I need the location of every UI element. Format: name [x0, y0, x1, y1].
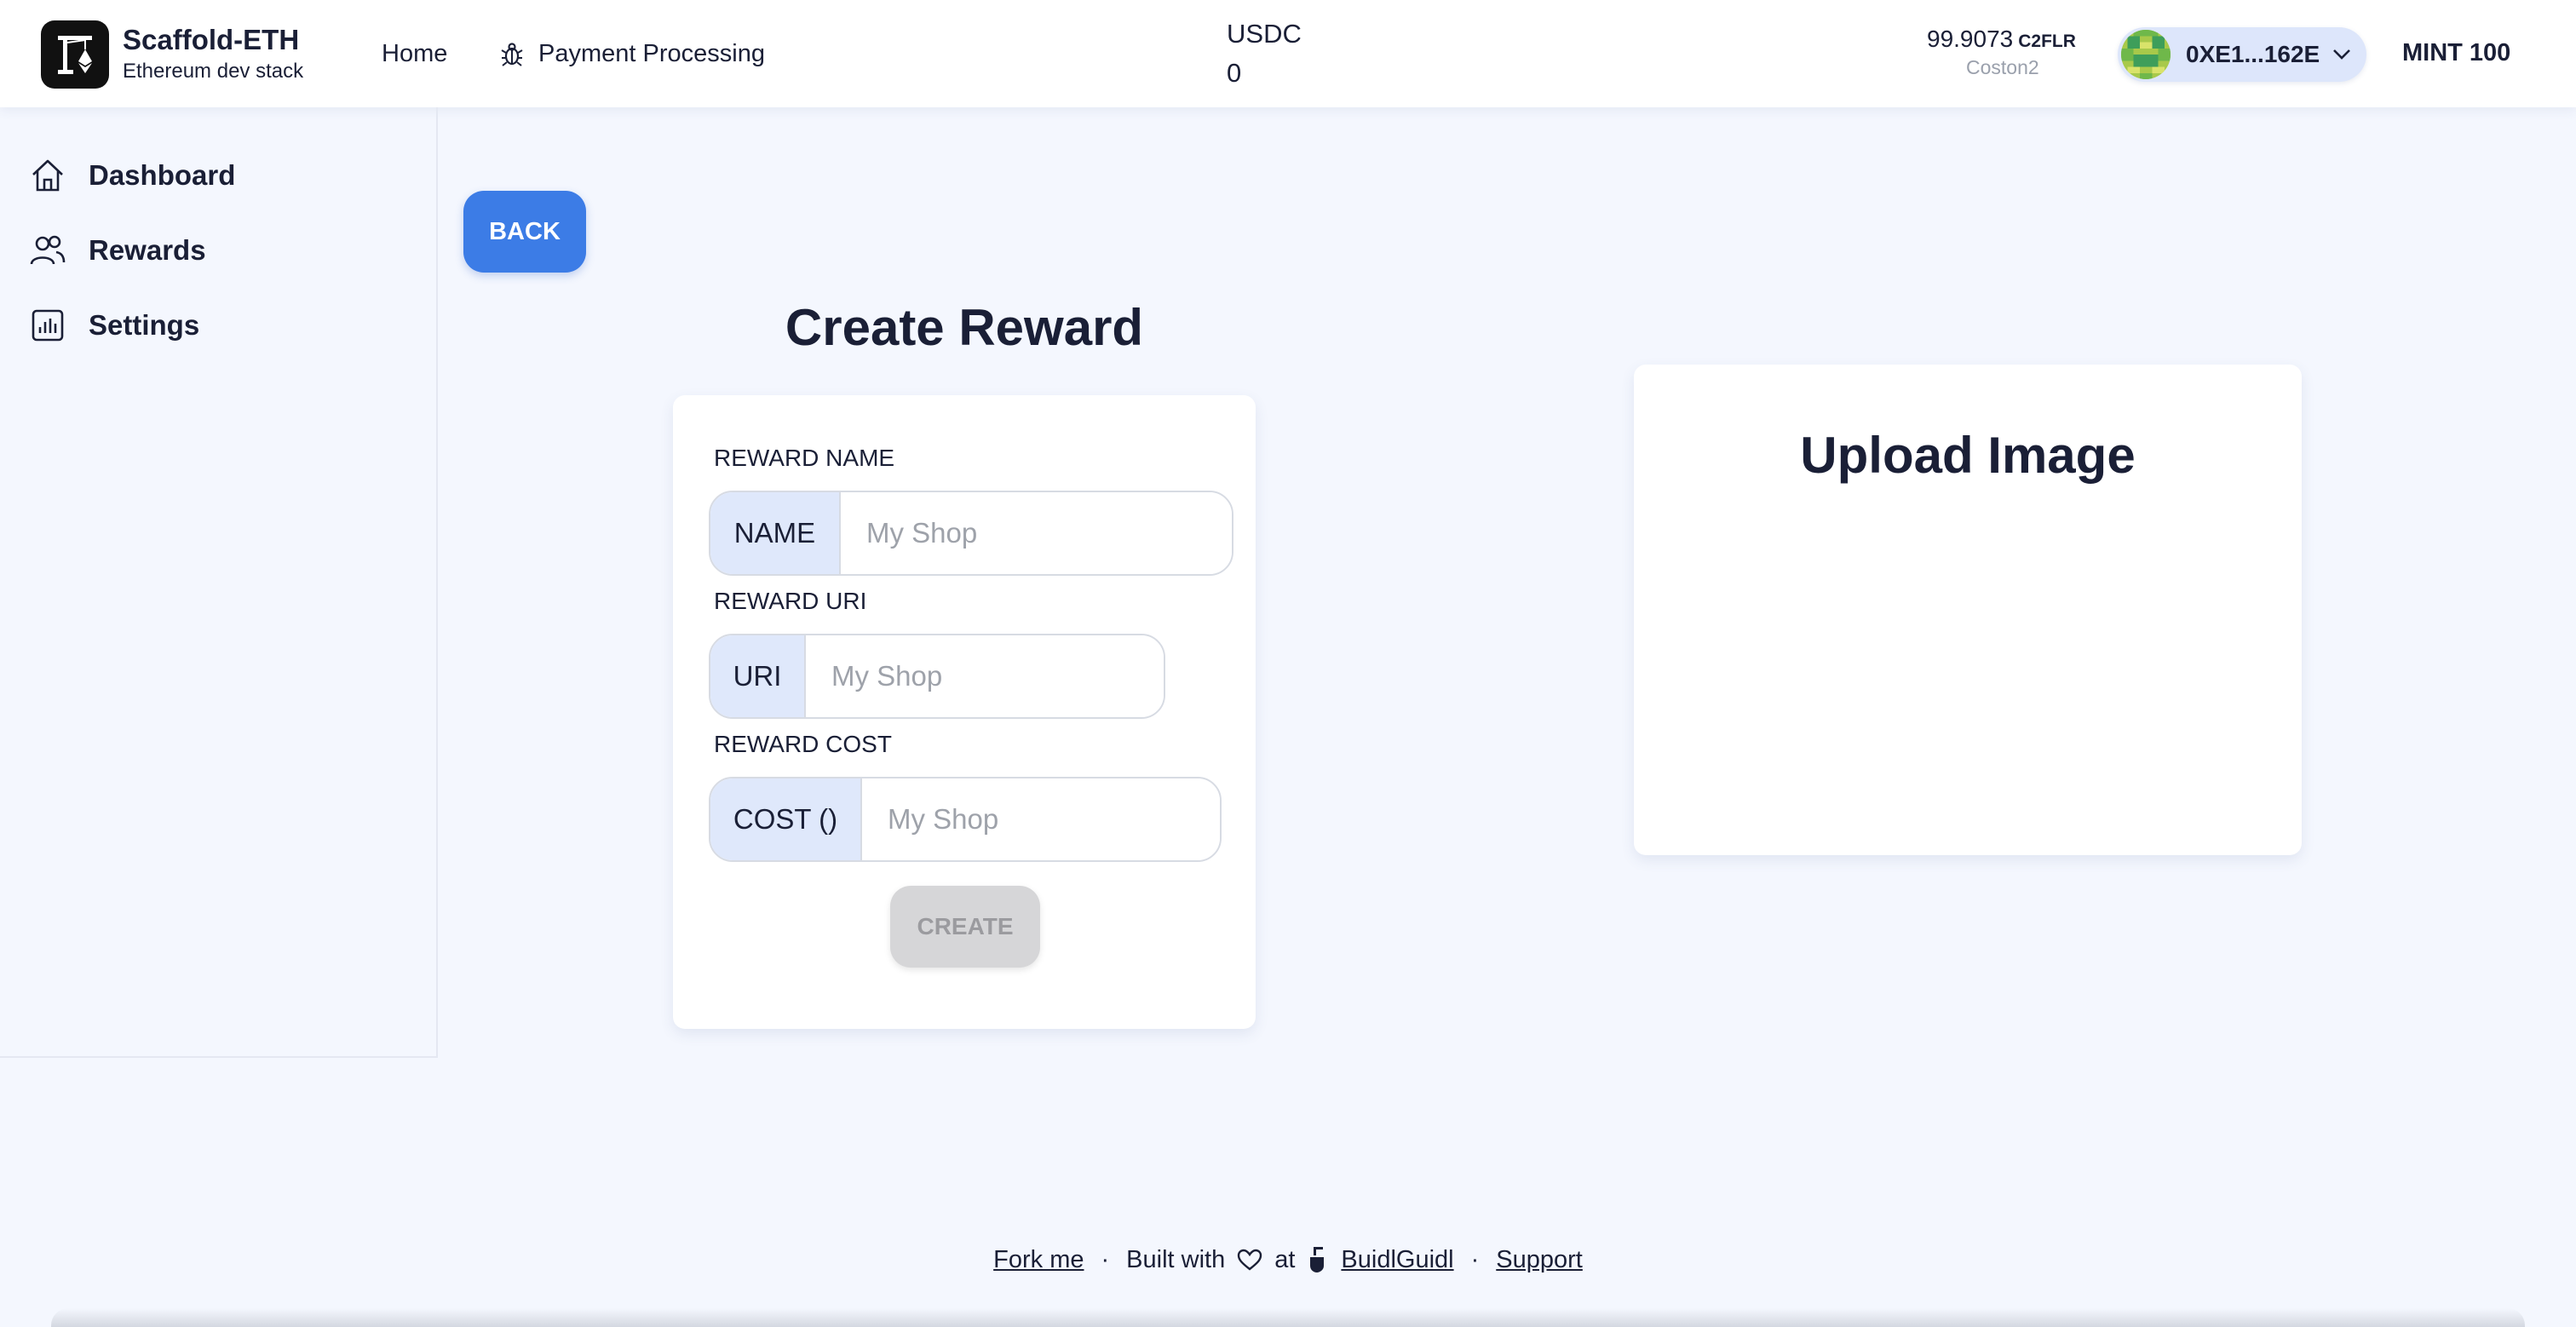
reward-name-input[interactable] — [840, 492, 1232, 574]
bug-icon — [501, 42, 523, 66]
buidlguidl-link[interactable]: BuidlGuidl — [1341, 1246, 1453, 1274]
footer-separator: · — [1470, 1245, 1480, 1273]
name-addon: NAME — [710, 492, 841, 574]
sidebar-item-label: Rewards — [89, 234, 206, 266]
uri-addon: URI — [710, 635, 806, 717]
brand-title: Scaffold-ETH — [123, 24, 300, 55]
users-icon — [30, 235, 66, 265]
bar-chart-icon — [32, 309, 64, 342]
sidebar-item-settings[interactable]: Settings — [29, 307, 199, 344]
sidebar-item-label: Settings — [89, 309, 200, 341]
upload-image-card[interactable]: Upload Image — [1634, 365, 2302, 855]
nav-payment-processing-label: Payment Processing — [538, 40, 765, 67]
heart-icon — [1238, 1249, 1262, 1271]
back-button[interactable]: BACK — [463, 191, 586, 273]
home-icon — [32, 159, 63, 192]
balance-symbol: C2FLR — [2018, 32, 2076, 51]
account-dropdown-button[interactable]: 0XE1...162E — [2118, 27, 2366, 82]
reward-cost-input-group: COST () — [709, 777, 1222, 862]
sidebar: Dashboard Rewards Settings — [0, 107, 438, 1058]
mint-button[interactable]: MINT 100 — [2402, 39, 2510, 67]
reward-name-input-group: NAME — [709, 491, 1233, 576]
reward-uri-input[interactable] — [806, 635, 1164, 717]
token-balance: 0 — [1227, 58, 1242, 88]
reward-uri-input-group: URI — [709, 634, 1165, 719]
reward-name-label: REWARD NAME — [714, 445, 895, 471]
at-text: at — [1274, 1245, 1296, 1273]
support-link[interactable]: Support — [1496, 1246, 1583, 1274]
network-name: Coston2 — [1966, 56, 2039, 78]
avatar — [2121, 30, 2171, 79]
reward-uri-label: REWARD URI — [714, 588, 867, 614]
buidlguidl-icon — [1310, 1247, 1325, 1272]
footer: Fork me · Built with at BuidlGuidl · Sup… — [0, 1245, 2576, 1274]
built-with-text: Built with — [1126, 1245, 1226, 1273]
brand-subtitle: Ethereum dev stack — [123, 60, 304, 83]
upload-image-title: Upload Image — [1800, 427, 2136, 484]
create-button[interactable]: CREATE — [890, 886, 1040, 968]
reward-cost-label: REWARD COST — [714, 731, 892, 757]
create-reward-form: REWARD NAME NAME REWARD URI URI REWARD C… — [673, 395, 1256, 1029]
fork-me-link[interactable]: Fork me — [993, 1246, 1084, 1274]
top-navbar: Scaffold-ETH Ethereum dev stack Home Pay… — [0, 0, 2576, 107]
chevron-down-icon — [2333, 49, 2351, 60]
scaffold-eth-logo[interactable] — [41, 20, 109, 89]
token-label: USDC — [1227, 19, 1302, 49]
sidebar-item-label: Dashboard — [89, 159, 236, 191]
sidebar-item-dashboard[interactable]: Dashboard — [29, 157, 235, 194]
nav-payment-processing-link[interactable]: Payment Processing — [501, 40, 765, 68]
account-address: 0XE1...162E — [2186, 41, 2320, 67]
sidebar-item-rewards[interactable]: Rewards — [29, 232, 206, 269]
nav-home-link[interactable]: Home — [382, 40, 447, 68]
crane-ethereum-icon — [58, 36, 92, 74]
reward-cost-input[interactable] — [862, 778, 1220, 860]
native-balance: 99.9073 C2FLR — [1927, 26, 2076, 53]
bottom-shadow-divider — [51, 1308, 2525, 1327]
balance-amount: 99.9073 — [1927, 26, 2014, 52]
footer-separator: · — [1101, 1245, 1110, 1273]
cost-addon: COST () — [710, 778, 862, 860]
page-title: Create Reward — [785, 299, 1144, 356]
